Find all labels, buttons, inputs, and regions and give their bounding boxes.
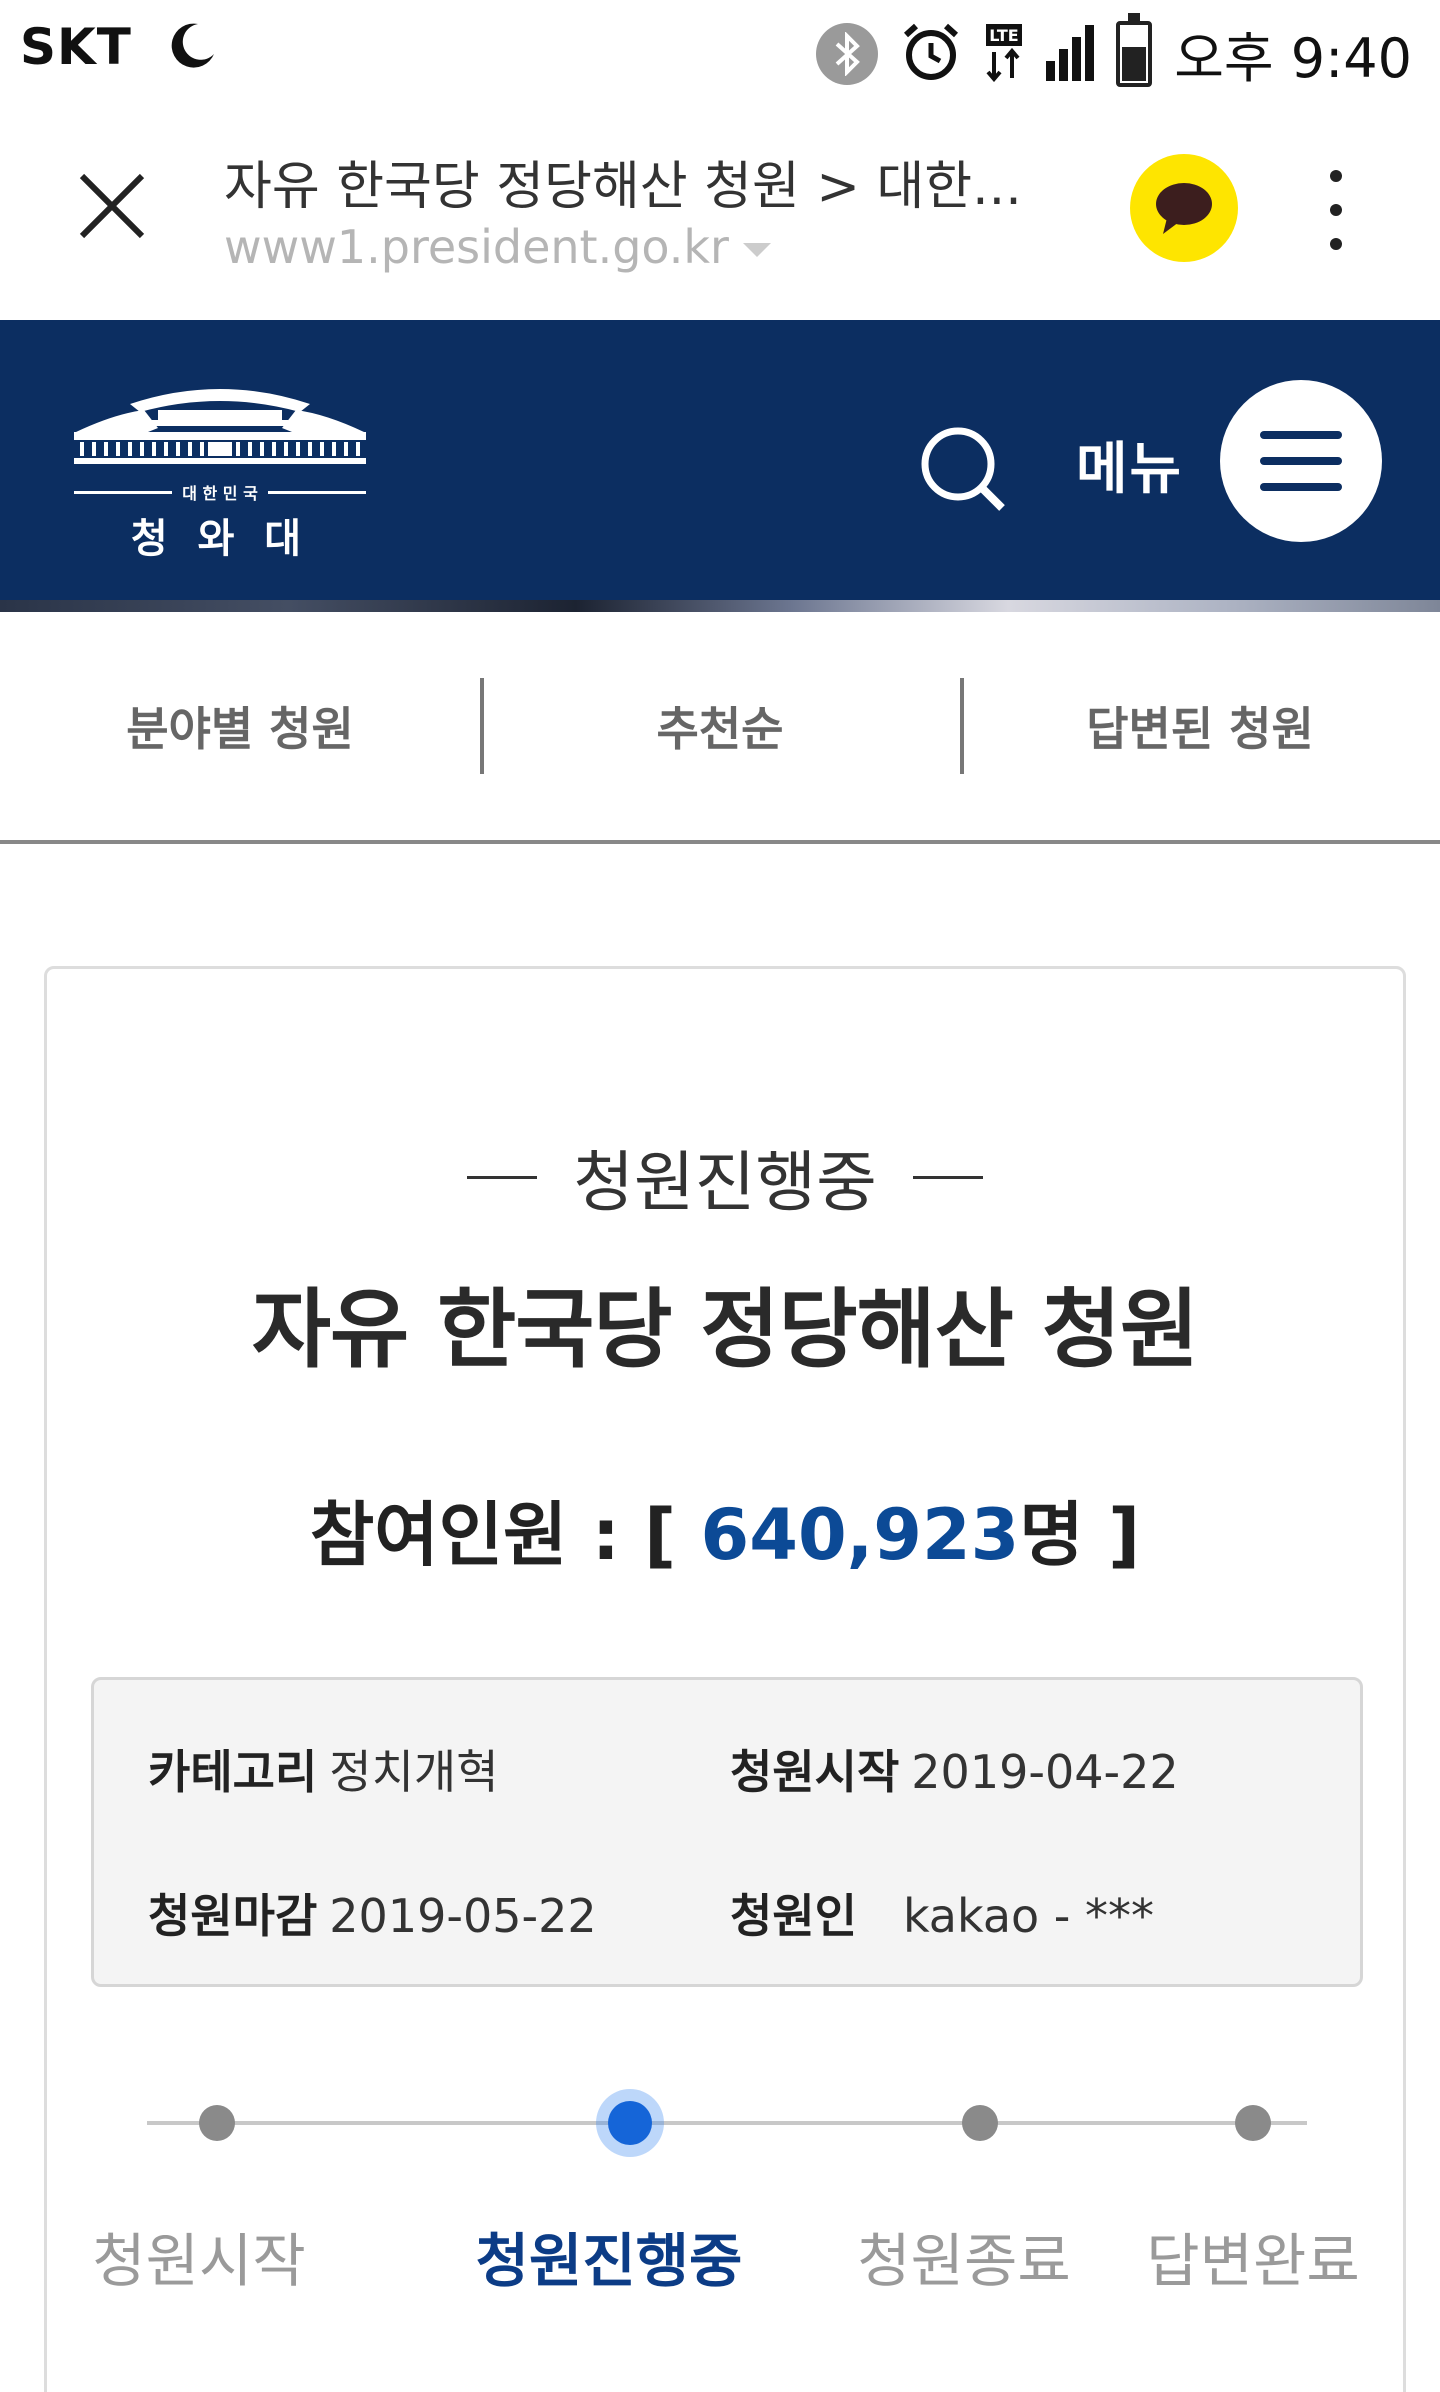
petitioner-value: kakao - *** <box>902 1889 1154 1943</box>
participants-label: 참여인원 : [ <box>309 1494 677 1576</box>
start-date-value: 2019-04-22 <box>911 1745 1179 1799</box>
step-label-in-progress: 청원진행중 <box>475 2227 743 2295</box>
status-bar: SKT LTE 오후 9:40 <box>0 0 1440 100</box>
lte-data-icon: LTE <box>984 22 1024 86</box>
progress-track <box>147 2121 1307 2125</box>
step-dot-answered <box>1235 2105 1271 2141</box>
end-date-row: 청원마감 2019-05-22 <box>148 1880 597 1946</box>
tab-divider <box>960 678 964 774</box>
moon-icon <box>168 20 218 74</box>
browser-page-title: 자유 한국당 정당해산 청원 > 대한... <box>224 157 1022 217</box>
carrier-label: SKT <box>20 18 132 76</box>
petition-info-box: 카테고리 정치개혁 청원시작 2019-04-22 청원마감 2019-05-2… <box>91 1677 1363 1987</box>
site-header: 대 한 민 국 청 와 대 메뉴 <box>0 320 1440 600</box>
step-label-start: 청원시작 <box>92 2227 306 2295</box>
step-dot-in-progress <box>608 2101 652 2145</box>
hamburger-menu-icon[interactable] <box>1220 380 1382 542</box>
tab-by-category[interactable]: 분야별 청원 <box>0 612 480 840</box>
start-date-row: 청원시작 2019-04-22 <box>730 1736 1179 1802</box>
battery-icon <box>1116 12 1153 87</box>
speech-bubble-icon <box>1156 183 1212 234</box>
petitioner-label: 청원인 <box>730 1889 857 1943</box>
petition-status-heading: 청원진행중 <box>47 1129 1403 1225</box>
participants-unit: 명 ] <box>1019 1494 1141 1576</box>
category-row: 카테고리 정치개혁 <box>148 1736 499 1802</box>
alarm-icon <box>900 21 962 87</box>
petition-title: 자유 한국당 정당해산 청원 <box>251 1280 1199 1380</box>
signal-icon <box>1046 23 1095 85</box>
participants-count: 참여인원 : [ 640,923명 ] <box>47 1479 1403 1580</box>
tab-by-recommendation[interactable]: 추천순 <box>480 612 960 840</box>
divider <box>467 1175 538 1179</box>
step-label-closed: 청원종료 <box>857 2227 1071 2295</box>
browser-toolbar: 자유 한국당 정당해산 청원 > 대한... www1.president.go… <box>0 100 1440 320</box>
bluetooth-icon <box>816 22 879 85</box>
divider <box>912 1175 983 1179</box>
browser-url[interactable]: www1.president.go.kr <box>224 220 771 274</box>
step-label-answered: 답변완료 <box>1146 2227 1360 2295</box>
clock-time: 오후 9:40 <box>1174 27 1412 90</box>
start-date-label: 청원시작 <box>730 1745 900 1799</box>
end-date-label: 청원마감 <box>148 1889 318 1943</box>
step-dot-start <box>199 2105 235 2141</box>
petition-sub-nav: 분야별 청원 추천순 답변된 청원 <box>0 612 1440 844</box>
more-options-icon[interactable] <box>1318 170 1354 250</box>
category-value: 정치개혁 <box>329 1745 499 1799</box>
step-dot-closed <box>962 2105 998 2141</box>
tab-answered[interactable]: 답변된 청원 <box>960 612 1440 840</box>
petition-progress-steps: 청원시작 청원진행중 청원종료 답변완료 <box>47 2059 1403 2309</box>
banner-image-strip <box>0 600 1440 612</box>
close-icon[interactable] <box>72 166 152 246</box>
petition-card: 청원진행중 자유 한국당 정당해산 청원 참여인원 : [ 640,923명 ]… <box>44 966 1406 2392</box>
menu-label[interactable]: 메뉴 <box>1076 424 1183 505</box>
chevron-down-icon <box>742 243 771 257</box>
blue-house-roof-icon <box>74 389 366 464</box>
participants-number: 640,923 <box>700 1494 1020 1576</box>
logo-name: 청 와 대 <box>130 516 310 562</box>
kakaotalk-share-button[interactable] <box>1130 154 1238 262</box>
petitioner-row: 청원인 kakao - *** <box>730 1880 1154 1946</box>
tab-divider <box>480 678 484 774</box>
cheongwadae-logo[interactable]: 대 한 민 국 청 와 대 <box>74 380 366 562</box>
petition-status: 청원진행중 <box>573 1144 877 1221</box>
end-date-value: 2019-05-22 <box>329 1889 597 1943</box>
logo-subtitle: 대 한 민 국 <box>182 484 258 503</box>
browser-url-text: www1.president.go.kr <box>224 220 729 274</box>
category-label: 카테고리 <box>148 1745 318 1799</box>
lte-label: LTE <box>990 26 1019 45</box>
search-icon[interactable] <box>918 424 1008 514</box>
